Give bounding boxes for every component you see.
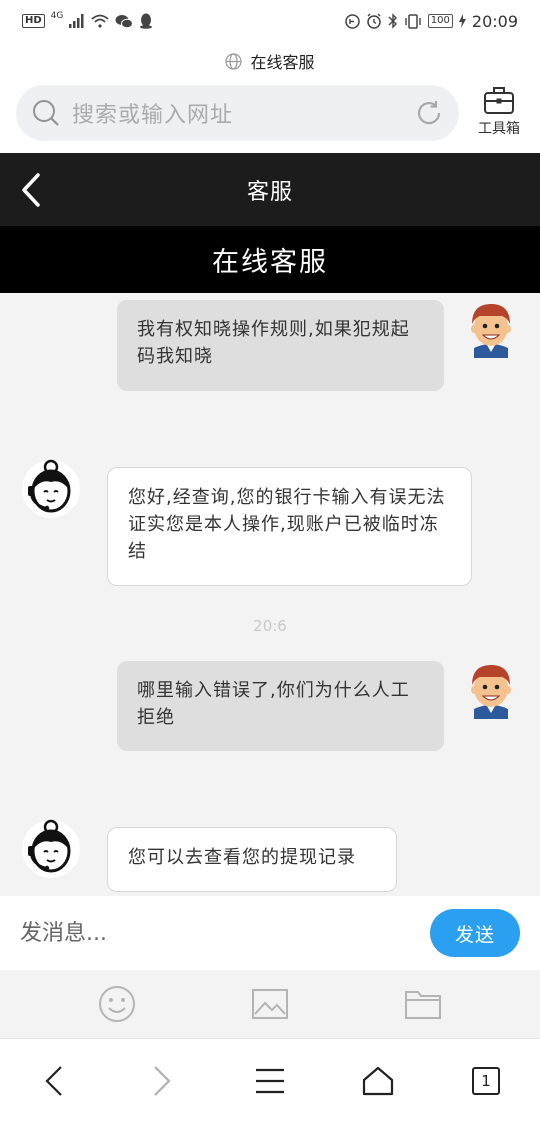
composer: 发送 <box>0 896 540 970</box>
message-bubble-user: 我有权知晓操作规则,如果犯规起码我知晓 <box>117 300 444 391</box>
status-bar: HD 4G 100 20:09 <box>0 0 540 42</box>
url-placeholder: 搜索或输入网址 <box>72 103 234 128</box>
globe-icon <box>225 52 243 70</box>
qq-icon <box>140 13 153 29</box>
search-icon <box>33 100 59 126</box>
url-bar[interactable]: 搜索或输入网址 <box>16 85 459 141</box>
chevron-left-icon <box>45 1065 62 1096</box>
alarm-icon <box>367 13 381 29</box>
nav-back-button[interactable] <box>24 1051 84 1111</box>
wifi-icon <box>91 14 109 28</box>
nav-menu-button[interactable] <box>240 1051 300 1111</box>
agent-avatar <box>20 458 82 520</box>
wechat-icon <box>115 14 134 28</box>
message-text: 您可以去查看您的提现记录 <box>128 847 356 868</box>
nav-home-button[interactable] <box>348 1051 408 1111</box>
message-text: 哪里输入错误了,你们为什么人工拒绝 <box>137 680 410 728</box>
network-icon: 4G <box>50 11 64 21</box>
toolbox-label: 工具箱 <box>478 121 520 137</box>
hd-call-icon <box>345 13 360 29</box>
hd-indicator: HD <box>22 14 45 28</box>
menu-icon <box>256 1068 284 1093</box>
message-bubble-agent: 您可以去查看您的提现记录 <box>107 827 397 892</box>
header-title: 客服 <box>246 179 293 205</box>
attachment-toolbar <box>0 970 540 1038</box>
vibrate-icon <box>405 13 421 29</box>
page-title-text: 在线客服 <box>250 53 315 72</box>
agent-avatar-icon <box>22 459 80 518</box>
message-text: 您好,经查询,您的银行卡输入有误无法证实您是本人操作,现账户已被临时冻结 <box>128 487 446 562</box>
chevron-right-icon <box>154 1065 171 1096</box>
send-button[interactable]: 发送 <box>430 909 520 957</box>
user-avatar <box>460 657 522 719</box>
user-avatar-icon <box>471 665 511 719</box>
message-bubble-user: 哪里输入错误了,你们为什么人工拒绝 <box>117 661 444 751</box>
battery-level: 100 <box>427 14 453 28</box>
signal-icon <box>69 14 84 28</box>
status-right: 100 20:09 <box>345 12 518 31</box>
message-timestamp: 20:6 <box>253 617 287 635</box>
refresh-icon[interactable] <box>415 99 443 127</box>
sub-header-title: 在线客服 <box>212 247 328 278</box>
status-left: HD 4G <box>22 11 153 29</box>
agent-avatar-icon <box>22 819 80 878</box>
sub-header: 在线客服 <box>0 226 540 293</box>
nav-tabs-button[interactable]: 1 <box>456 1051 516 1111</box>
user-avatar <box>460 296 522 358</box>
nav-forward-button[interactable] <box>132 1051 192 1111</box>
image-icon[interactable] <box>251 988 289 1020</box>
message-input[interactable] <box>20 920 430 946</box>
emoji-icon[interactable] <box>98 985 136 1023</box>
browser-nav-bar: 1 <box>0 1038 540 1122</box>
user-avatar-icon <box>471 304 511 358</box>
message-bubble-agent: 您好,经查询,您的银行卡输入有误无法证实您是本人操作,现账户已被临时冻结 <box>107 467 472 586</box>
toolbox-button[interactable]: 工具箱 <box>470 84 528 146</box>
bluetooth-icon <box>388 13 397 29</box>
home-icon <box>362 1066 394 1095</box>
toolbox-icon <box>484 87 514 114</box>
charging-icon <box>458 14 466 28</box>
agent-avatar <box>20 818 82 880</box>
folder-icon[interactable] <box>404 988 442 1020</box>
back-button[interactable] <box>16 173 46 207</box>
app-header: 客服 <box>0 153 540 226</box>
message-text: 我有权知晓操作规则,如果犯规起码我知晓 <box>137 319 410 367</box>
chat-area[interactable]: 我有权知晓操作规则,如果犯规起码我知晓 您好,经查询,您的银行卡输入有误无法证实… <box>0 293 540 896</box>
chevron-left-icon <box>22 173 40 207</box>
tab-count: 1 <box>472 1066 500 1095</box>
browser-page-title: 在线客服 <box>0 46 540 76</box>
clock: 20:09 <box>471 11 518 31</box>
